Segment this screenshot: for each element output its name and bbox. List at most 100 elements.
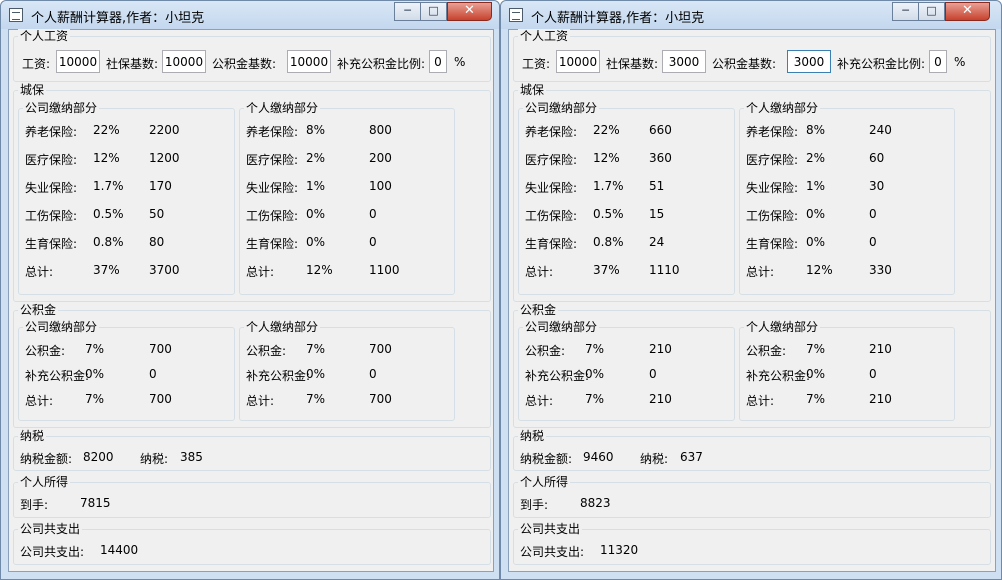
- window-client-area: 个人工资 工资: 社保基数: 公积金基数: 补充公积金比例: % 城保 公司缴纳…: [508, 29, 996, 572]
- pension-label: 养老保险:: [25, 125, 78, 139]
- group-personal-fund: 个人缴纳部分 公积金: 7% 210 补充公积金: 0% 0 总计: 7% 21…: [739, 320, 955, 421]
- salary-input[interactable]: [556, 50, 600, 73]
- group-label: 公司缴纳部分: [523, 101, 600, 115]
- supp-ratio-input[interactable]: [929, 50, 947, 73]
- maternity-personal-rate: 0%: [306, 235, 326, 249]
- maternity-company-amount: 24: [649, 235, 665, 249]
- total-label: 总计:: [525, 394, 554, 408]
- injury-company-amount: 50: [149, 207, 165, 221]
- group-label: 公司缴纳部分: [23, 320, 100, 334]
- tax-paid-value: 637: [680, 450, 703, 464]
- fund-label: 公积金:: [246, 344, 287, 358]
- salary-input[interactable]: [56, 50, 100, 73]
- supp-ratio-label: 补充公积金比例:: [837, 57, 926, 71]
- unemployment-label: 失业保险:: [746, 181, 799, 195]
- pension-personal-amount: 800: [369, 123, 392, 137]
- maternity-label: 生育保险:: [525, 237, 578, 251]
- unemployment-label: 失业保险:: [525, 181, 578, 195]
- salary-label: 工资:: [22, 57, 51, 71]
- fund-base-input[interactable]: [287, 50, 331, 73]
- minimize-button[interactable]: ─: [394, 2, 421, 21]
- maximize-button[interactable]: □: [420, 2, 447, 21]
- net-value: 7815: [80, 496, 111, 510]
- total-personal-amount: 330: [869, 263, 892, 277]
- injury-company-amount: 15: [649, 207, 665, 221]
- total-personal-rate: 12%: [306, 263, 333, 277]
- supp-fund-label: 补充公积金:: [25, 369, 90, 383]
- calculator-window-left: 个人薪酬计算器,作者：小坦克 ─ □ ✕ 个人工资 工资: 社保基数: 公积金基…: [0, 0, 500, 580]
- unemployment-label: 失业保险:: [25, 181, 78, 195]
- social-base-label: 社保基数:: [106, 57, 159, 71]
- minimize-button[interactable]: ─: [892, 2, 919, 21]
- fund-total-company-rate: 7%: [585, 392, 605, 406]
- group-tax: 纳税 纳税金额: 8200 纳税: 385: [13, 429, 491, 471]
- title-bar[interactable]: 个人薪酬计算器,作者：小坦克 ─ □ ✕: [501, 1, 1001, 29]
- group-personal-salary: 个人工资 工资: 社保基数: 公积金基数: 补充公积金比例: %: [13, 29, 491, 82]
- window-client-area: 个人工资 工资: 社保基数: 公积金基数: 补充公积金比例: % 城保 公司缴纳…: [8, 29, 494, 572]
- unemployment-personal-rate: 1%: [306, 179, 326, 193]
- injury-personal-amount: 0: [869, 207, 877, 221]
- social-base-input[interactable]: [662, 50, 706, 73]
- net-value: 8823: [580, 496, 611, 510]
- fund-total-personal-amount: 210: [869, 392, 892, 406]
- supp-fund-company-amount: 0: [149, 367, 157, 381]
- unemployment-company-amount: 170: [149, 179, 172, 193]
- medical-personal-rate: 2%: [306, 151, 326, 165]
- supp-fund-personal-amount: 0: [369, 367, 377, 381]
- fund-base-input[interactable]: [787, 50, 831, 73]
- close-button[interactable]: ✕: [945, 2, 990, 21]
- pension-company-amount: 660: [649, 123, 672, 137]
- supp-fund-label: 补充公积金:: [525, 369, 590, 383]
- group-company-fund: 公司缴纳部分 公积金: 7% 700 补充公积金: 0% 0 总计: 7% 70…: [18, 320, 235, 421]
- company-total-label: 公司共支出:: [20, 545, 85, 559]
- maximize-button[interactable]: □: [918, 2, 945, 21]
- fund-personal-rate: 7%: [806, 342, 826, 356]
- calculator-window-right: 个人薪酬计算器,作者：小坦克 ─ □ ✕ 个人工资 工资: 社保基数: 公积金基…: [500, 0, 1002, 580]
- net-label: 到手:: [20, 498, 49, 512]
- group-label: 个人工资: [518, 29, 571, 43]
- maternity-label: 生育保险:: [25, 237, 78, 251]
- injury-company-rate: 0.5%: [93, 207, 124, 221]
- group-housing-fund: 公积金 公司缴纳部分 公积金: 7% 210 补充公积金: 0% 0 总计: 7…: [513, 303, 991, 428]
- pension-company-rate: 22%: [593, 123, 620, 137]
- medical-company-rate: 12%: [593, 151, 620, 165]
- pension-personal-rate: 8%: [306, 123, 326, 137]
- group-social-security: 城保 公司缴纳部分 养老保险: 22% 660 医疗保险: 12% 360 失业…: [513, 83, 991, 302]
- unemployment-personal-amount: 100: [369, 179, 392, 193]
- fund-total-personal-rate: 7%: [306, 392, 326, 406]
- window-title: 个人薪酬计算器,作者：小坦克: [531, 11, 705, 26]
- fund-personal-amount: 700: [369, 342, 392, 356]
- medical-company-amount: 360: [649, 151, 672, 165]
- title-bar[interactable]: 个人薪酬计算器,作者：小坦克 ─ □ ✕: [1, 1, 499, 29]
- maternity-personal-rate: 0%: [806, 235, 826, 249]
- total-label: 总计:: [246, 265, 275, 279]
- group-personal-fund: 个人缴纳部分 公积金: 7% 700 补充公积金: 0% 0 总计: 7% 70…: [239, 320, 455, 421]
- fund-company-rate: 7%: [585, 342, 605, 356]
- total-label: 总计:: [746, 265, 775, 279]
- social-base-input[interactable]: [162, 50, 206, 73]
- injury-label: 工伤保险:: [246, 209, 299, 223]
- pension-company-amount: 2200: [149, 123, 180, 137]
- group-housing-fund: 公积金 公司缴纳部分 公积金: 7% 700 补充公积金: 0% 0 总计: 7…: [13, 303, 491, 428]
- fund-company-rate: 7%: [85, 342, 105, 356]
- taxable-amount-value: 8200: [83, 450, 114, 464]
- fund-total-company-rate: 7%: [85, 392, 105, 406]
- group-label: 纳税: [518, 429, 547, 443]
- group-tax: 纳税 纳税金额: 9460 纳税: 637: [513, 429, 991, 471]
- group-personal-social: 个人缴纳部分 养老保险: 8% 800 医疗保险: 2% 200 失业保险: 1…: [239, 101, 455, 295]
- unemployment-personal-amount: 30: [869, 179, 885, 193]
- close-button[interactable]: ✕: [447, 2, 492, 21]
- supp-ratio-input[interactable]: [429, 50, 447, 73]
- taxable-amount-value: 9460: [583, 450, 614, 464]
- group-label: 纳税: [18, 429, 47, 443]
- group-label: 公司共支出: [518, 522, 583, 536]
- group-company-expense: 公司共支出 公司共支出: 11320: [513, 522, 991, 565]
- total-company-amount: 3700: [149, 263, 180, 277]
- medical-label: 医疗保险:: [25, 153, 78, 167]
- group-label: 城保: [18, 83, 47, 97]
- injury-label: 工伤保险:: [525, 209, 578, 223]
- app-window-icon: [9, 8, 23, 22]
- injury-label: 工伤保险:: [746, 209, 799, 223]
- tax-paid-label: 纳税:: [640, 452, 669, 466]
- group-label: 公司缴纳部分: [23, 101, 100, 115]
